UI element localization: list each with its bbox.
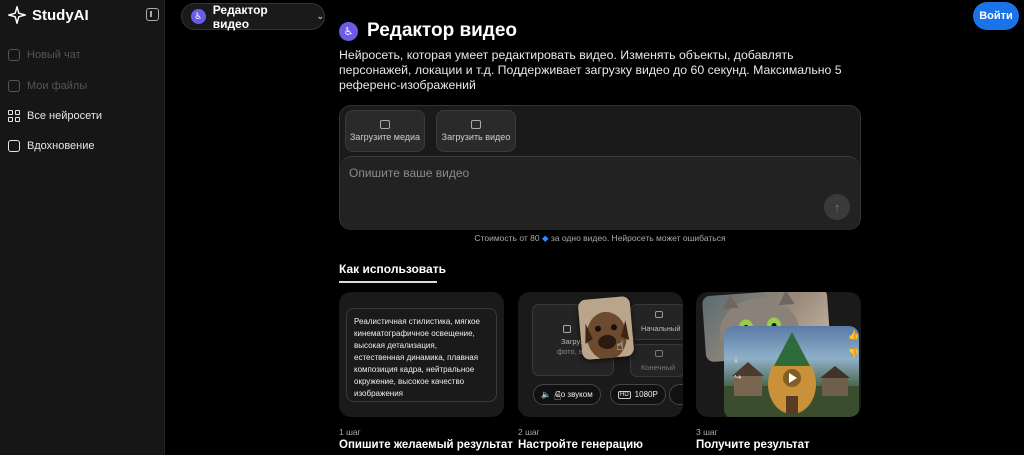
cost-note: Стоимость от 80 ◆ за одно видео. Нейросе… — [339, 233, 861, 244]
tab-underline — [339, 281, 437, 283]
upload-icon — [563, 325, 571, 333]
sidebar-item-label: Вдохновение — [27, 140, 95, 152]
upload-video-label: Загрузить видео — [441, 132, 511, 142]
arrow-up-icon: ↑ — [833, 199, 841, 215]
speaker-icon: 🔈 — [541, 390, 551, 399]
cost-suffix: за одно видео. Нейросеть может ошибаться — [550, 233, 726, 243]
prompt-input[interactable] — [349, 166, 819, 194]
model-selector[interactable]: ♿ Редактор видео ⌄ — [181, 2, 325, 31]
login-button[interactable]: Войти — [973, 2, 1019, 30]
files-icon — [8, 80, 20, 92]
page-description: Нейросеть, которая умеет редактировать в… — [339, 48, 842, 92]
cost-prefix: Стоимость от 80 — [474, 233, 540, 243]
video-editor-icon: ♿ — [339, 21, 358, 41]
grid-icon — [8, 110, 20, 122]
logo[interactable]: StudyAI — [8, 6, 89, 24]
sidebar-item-label: Мои файлы — [27, 80, 88, 92]
quality-label: 1080P — [634, 390, 658, 399]
collapse-sidebar-icon[interactable] — [146, 8, 159, 21]
prompt-area: ↑ — [340, 156, 860, 230]
new-chat-icon — [8, 49, 20, 61]
composer: Загрузите медиа Загрузить видео ↑ — [339, 105, 861, 230]
step-card-3: 👍 👎 ⤓ ↪ — [696, 292, 861, 417]
dog-photo — [577, 295, 635, 361]
upload-video-button[interactable]: Загрузить видео — [436, 110, 516, 152]
sidebar-item-files[interactable]: Мои файлы — [8, 80, 87, 92]
step-title: Получите результат — [696, 439, 810, 451]
more-options[interactable] — [669, 384, 683, 405]
tab-how-to-use[interactable]: Как использовать — [339, 262, 446, 276]
pineapple-house-illustration — [724, 332, 859, 417]
share-icon[interactable]: ↪ — [734, 372, 742, 383]
end-frame-label: Конечный — [641, 363, 676, 372]
like-icon[interactable]: 👍 — [848, 330, 859, 341]
diamond-icon: ◆ — [541, 233, 549, 243]
quality-selector[interactable]: HD 1080P — [610, 384, 666, 405]
step-number: 2 шаг — [518, 427, 540, 437]
model-selector-label: Редактор видео — [212, 2, 268, 31]
send-button[interactable]: ↑ — [824, 194, 850, 220]
upload-icon — [380, 120, 390, 129]
step-card-2: Загрузит фото, видео Начальный Конечный … — [518, 292, 683, 417]
image-icon — [655, 311, 663, 318]
sidebar-item-all-models[interactable]: Все нейросети — [8, 110, 102, 122]
page-title: ♿ Редактор видео — [339, 20, 517, 42]
step-title: Опишите желаемый результат — [339, 439, 513, 451]
step-title: Настройте генерацию — [518, 439, 643, 451]
sidebar: StudyAI Новый чат Мои файлы Все нейросет… — [0, 0, 165, 455]
step-card-1: Реалистичная стилистика, мягкое кинемато… — [339, 292, 504, 417]
upload-media-button[interactable]: Загрузите медиа — [345, 110, 425, 152]
chevron-down-icon: ⌄ — [316, 11, 324, 21]
step-number: 3 шаг — [696, 427, 718, 437]
hd-icon: HD — [618, 390, 631, 399]
sidebar-item-inspiration[interactable]: Вдохновение — [8, 140, 95, 152]
start-frame-label: Начальный — [641, 324, 681, 333]
sound-toggle[interactable]: 🔈 Со звуком — [533, 384, 601, 405]
start-frame-tile: Начальный — [630, 304, 683, 340]
dog-illustration — [577, 295, 635, 361]
page-title-text: Редактор видео — [367, 20, 518, 41]
cursor-icon: ☝ — [616, 338, 624, 353]
sidebar-item-new-chat[interactable]: Новый чат — [8, 49, 81, 61]
pineapple-house-video[interactable]: 👍 👎 — [724, 326, 859, 417]
image-icon — [655, 350, 663, 357]
download-icon[interactable]: ⤓ — [734, 354, 738, 365]
upload-icon — [471, 120, 481, 129]
cursor-icon: ☝ — [554, 389, 562, 403]
end-frame-tile: Конечный — [630, 344, 683, 377]
image-icon — [8, 140, 20, 152]
example-prompt: Реалистичная стилистика, мягкое кинемато… — [346, 308, 497, 402]
video-editor-icon: ♿ — [191, 9, 206, 24]
sidebar-item-label: Новый чат — [27, 49, 81, 61]
dislike-icon[interactable]: 👎 — [848, 348, 859, 359]
upload-media-label: Загрузите медиа — [349, 132, 421, 142]
sparkle-icon — [8, 6, 26, 24]
step-number: 1 шаг — [339, 427, 361, 437]
sidebar-item-label: Все нейросети — [27, 110, 103, 122]
brand-name: StudyAI — [32, 6, 89, 24]
